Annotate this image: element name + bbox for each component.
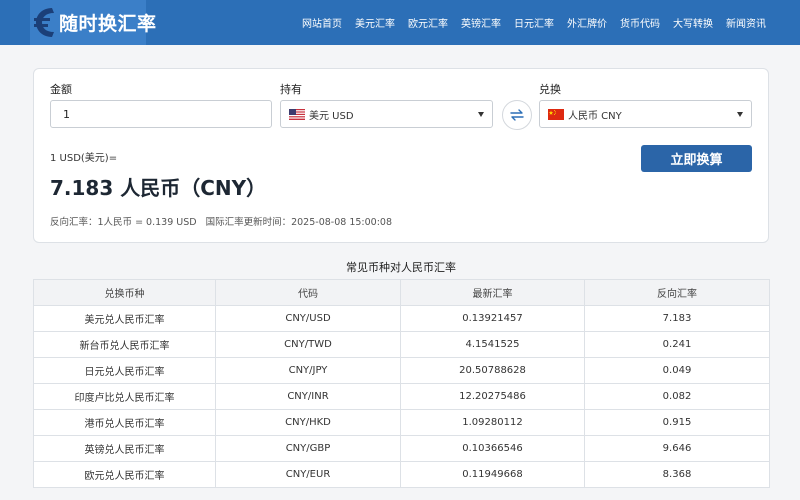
convert-button[interactable]: 立即换算 — [641, 145, 752, 172]
currency-code: CNY/USD — [215, 305, 401, 332]
site-header: 随时换汇率 网站首页 美元汇率 欧元汇率 英镑汇率 日元汇率 外汇牌价 货币代码… — [0, 0, 800, 45]
converter-card: 金额 持有 美元 USD 兑换 人民币 CNY — [33, 68, 769, 243]
cn-flag-icon — [548, 108, 564, 120]
currency-code: CNY/JPY — [215, 357, 401, 384]
currency-pair-link[interactable]: 港币兑人民币汇率 — [33, 409, 216, 436]
site-logo-text: 随时换汇率 — [59, 13, 157, 35]
reverse-rate-cell: 0.049 — [584, 357, 770, 384]
latest-rate: 20.50788628 — [400, 357, 585, 384]
table-row: 印度卢比兑人民币汇率 CNY/INR 12.20275486 0.082 — [33, 383, 770, 410]
from-currency-value: 美元 USD — [309, 110, 354, 122]
reverse-rate-cell: 0.082 — [584, 383, 770, 410]
nav-item-uppercase[interactable]: 大写转换 — [673, 15, 713, 30]
currency-code: CNY/TWD — [215, 331, 401, 358]
from-currency-select[interactable]: 美元 USD — [280, 100, 493, 128]
result-unit: 人民币（CNY） — [120, 176, 267, 200]
column-header: 最新汇率 — [400, 279, 585, 306]
currency-code: CNY/INR — [215, 383, 401, 410]
chevron-down-icon — [478, 112, 484, 117]
swap-arrows-icon — [510, 109, 524, 121]
swap-currencies-button[interactable] — [502, 100, 532, 130]
currency-pair-link[interactable]: 欧元兑人民币汇率 — [33, 461, 216, 488]
result-source: 1 USD(美元)= — [50, 153, 118, 164]
currency-pair-link[interactable]: 印度卢比兑人民币汇率 — [33, 383, 216, 410]
latest-rate: 0.11949668 — [400, 461, 585, 488]
from-currency-label: 持有 — [280, 83, 302, 96]
column-header: 反向汇率 — [584, 279, 770, 306]
to-currency-value: 人民币 CNY — [568, 110, 622, 122]
nav-item-jpy[interactable]: 日元汇率 — [514, 15, 554, 30]
reverse-rate-cell: 0.241 — [584, 331, 770, 358]
reverse-rate-cell: 8.368 — [584, 461, 770, 488]
nav-item-codes[interactable]: 货币代码 — [620, 15, 660, 30]
to-currency-select[interactable]: 人民币 CNY — [539, 100, 752, 128]
nav-item-usd[interactable]: 美元汇率 — [355, 15, 395, 30]
currency-pair-link[interactable]: 美元兑人民币汇率 — [33, 305, 216, 332]
latest-rate: 0.13921457 — [400, 305, 585, 332]
reverse-rate: 反向汇率：1人民币 = 0.139 USD — [50, 217, 197, 228]
chevron-down-icon — [737, 112, 743, 117]
reverse-rate-cell: 9.646 — [584, 435, 770, 462]
reverse-rate-info: 反向汇率：1人民币 = 0.139 USD 国际汇率更新时间：2025-08-0… — [50, 214, 398, 228]
rate-table-title: 常见币种对人民币汇率 — [346, 261, 456, 274]
column-header: 兑换币种 — [33, 279, 216, 306]
amount-input[interactable] — [50, 100, 272, 128]
currency-pair-link[interactable]: 新台币兑人民币汇率 — [33, 331, 216, 358]
site-logo[interactable]: 随时换汇率 — [30, 0, 156, 45]
table-row: 美元兑人民币汇率 CNY/USD 0.13921457 7.183 — [33, 305, 770, 332]
table-row: 港币兑人民币汇率 CNY/HKD 1.09280112 0.915 — [33, 409, 770, 436]
latest-rate: 12.20275486 — [400, 383, 585, 410]
us-flag-icon — [289, 108, 305, 120]
rate-table: 兑换币种 代码 最新汇率 反向汇率 美元兑人民币汇率 CNY/USD 0.139… — [33, 279, 770, 488]
currency-pair-link[interactable]: 日元兑人民币汇率 — [33, 357, 216, 384]
nav-item-eur[interactable]: 欧元汇率 — [408, 15, 448, 30]
latest-rate: 0.10366546 — [400, 435, 585, 462]
column-header: 代码 — [215, 279, 401, 306]
currency-pair-link[interactable]: 英镑兑人民币汇率 — [33, 435, 216, 462]
currency-code: CNY/GBP — [215, 435, 401, 462]
table-header-row: 兑换币种 代码 最新汇率 反向汇率 — [33, 279, 770, 306]
result-value: 7.183 — [50, 176, 114, 200]
update-time: 国际汇率更新时间：2025-08-08 15:00:08 — [205, 217, 392, 228]
to-currency-label: 兑换 — [539, 83, 561, 96]
currency-code: CNY/HKD — [215, 409, 401, 436]
latest-rate: 4.1541525 — [400, 331, 585, 358]
table-row: 英镑兑人民币汇率 CNY/GBP 0.10366546 9.646 — [33, 435, 770, 462]
table-row: 欧元兑人民币汇率 CNY/EUR 0.11949668 8.368 — [33, 461, 770, 488]
table-row: 日元兑人民币汇率 CNY/JPY 20.50788628 0.049 — [33, 357, 770, 384]
reverse-rate-cell: 7.183 — [584, 305, 770, 332]
nav-item-news[interactable]: 新闻资讯 — [726, 15, 766, 30]
nav-item-home[interactable]: 网站首页 — [302, 15, 342, 30]
main-nav: 网站首页 美元汇率 欧元汇率 英镑汇率 日元汇率 外汇牌价 货币代码 大写转换 … — [289, 0, 766, 45]
nav-item-quotes[interactable]: 外汇牌价 — [567, 15, 607, 30]
euro-logo-icon — [34, 8, 54, 37]
table-row: 新台币兑人民币汇率 CNY/TWD 4.1541525 0.241 — [33, 331, 770, 358]
nav-item-gbp[interactable]: 英镑汇率 — [461, 15, 501, 30]
amount-label: 金额 — [50, 83, 72, 96]
reverse-rate-cell: 0.915 — [584, 409, 770, 436]
latest-rate: 1.09280112 — [400, 409, 585, 436]
currency-code: CNY/EUR — [215, 461, 401, 488]
result-amount: 7.183 人民币（CNY） — [50, 172, 266, 201]
